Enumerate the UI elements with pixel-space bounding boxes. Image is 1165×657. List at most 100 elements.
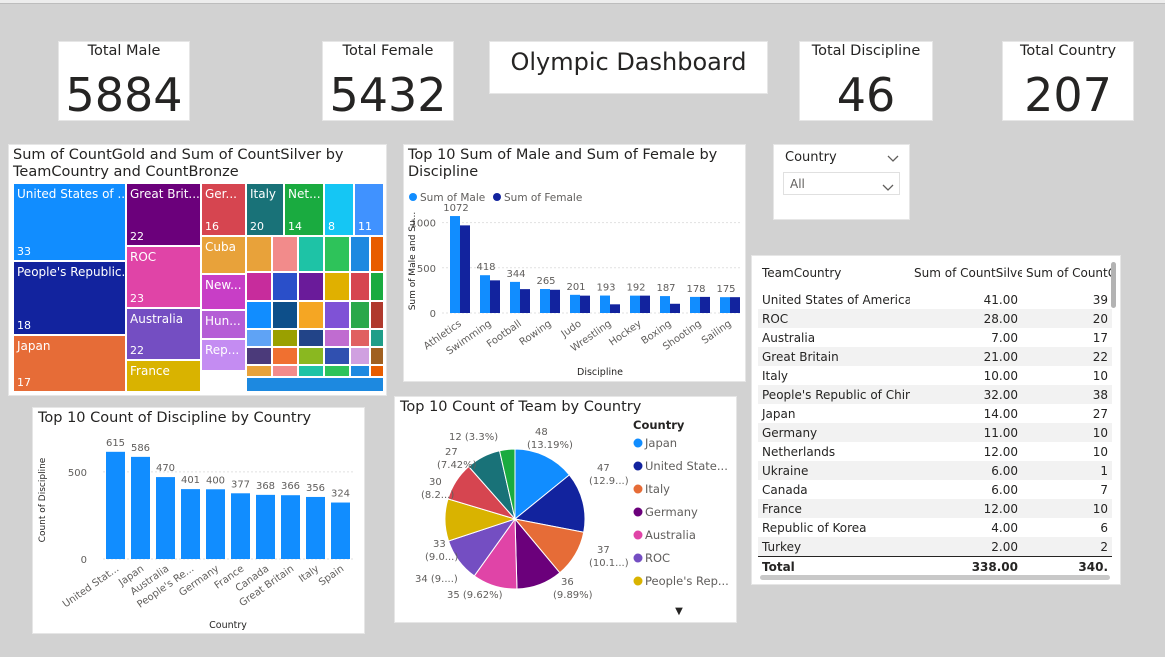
treemap-tile[interactable]: Ger... 16 [201,183,246,236]
bar-male[interactable] [480,275,490,313]
treemap-tile[interactable] [350,347,370,365]
treemap-tile[interactable] [246,301,272,329]
discipline-chart-svg[interactable]: 500 0 Count of Discipline 615 United Stat...… [33,428,364,633]
treemap-tile[interactable] [246,365,272,377]
table-row[interactable]: Canada 6.00 7 [758,480,1112,499]
bar-female[interactable] [550,289,560,313]
treemap-tile[interactable] [324,329,350,347]
treemap-tile[interactable] [272,347,298,365]
bar-female[interactable] [610,304,620,313]
treemap-tile[interactable]: ROC 23 [126,246,201,308]
legend-more-icon[interactable]: ▼ [675,606,683,617]
bar[interactable] [206,489,225,559]
treemap-tile[interactable] [272,272,298,301]
vertical-scrollbar[interactable] [1111,262,1116,308]
table-row[interactable]: Netherlands 12.00 10 [758,442,1112,461]
treemap-tile[interactable] [272,236,298,272]
table-row[interactable]: Ukraine 6.00 1 [758,461,1112,480]
bar-male[interactable] [690,296,700,313]
treemap-tile[interactable] [324,365,350,377]
column-header[interactable]: TeamCountry [758,256,910,290]
treemap-tile[interactable]: New... [201,274,246,310]
bar-male[interactable] [630,295,640,313]
bar-female[interactable] [640,295,650,313]
bar-male[interactable] [570,294,580,313]
bar-female[interactable] [460,225,470,313]
treemap-tile[interactable]: Cuba [201,236,246,274]
bar-male[interactable] [720,297,730,313]
table-row[interactable]: Italy 10.00 10 [758,366,1112,385]
treemap-tile[interactable] [370,301,384,329]
bar-male[interactable] [540,289,550,313]
treemap-tile[interactable]: Italy 20 [246,183,284,236]
treemap-tile[interactable]: Net... 14 [284,183,324,236]
treemap-tile[interactable]: 11 [354,183,384,236]
treemap-tile[interactable] [370,329,384,347]
legend-label[interactable]: United State... [645,459,728,473]
treemap-tile[interactable] [324,272,350,301]
horizontal-scrollbar[interactable] [760,575,1110,580]
table-row[interactable]: Great Britain 21.00 22 [758,347,1112,366]
bar-female[interactable] [730,297,740,313]
bar[interactable] [181,489,200,559]
bar[interactable] [281,495,300,559]
treemap-tile[interactable] [298,272,324,301]
treemap-tile[interactable] [298,301,324,329]
treemap-area[interactable]: United States of ... 33 People's Republic.… [13,183,384,392]
treemap-tile[interactable] [298,347,324,365]
column-header[interactable]: Sum of CountGo [1022,256,1112,290]
treemap-tile[interactable] [324,347,350,365]
treemap-tile[interactable] [298,329,324,347]
table-row[interactable]: France 12.00 10 [758,499,1112,518]
bar-female[interactable] [580,295,590,313]
legend-label[interactable]: People's Rep... [645,574,729,588]
treemap-tile[interactable] [246,329,272,347]
treemap-tile[interactable] [350,272,370,301]
bar-female[interactable] [490,280,500,313]
column-header[interactable]: Sum of CountSilver [910,256,1022,290]
treemap-tile[interactable]: Japan 17 [13,335,126,392]
bar[interactable] [306,496,325,559]
legend-label[interactable]: ROC [645,551,670,565]
treemap-tile[interactable] [298,365,324,377]
treemap-tile[interactable] [350,301,370,329]
treemap-tile[interactable] [370,347,384,365]
table-row[interactable]: ROC 28.00 20 [758,309,1112,328]
table-row[interactable]: Australia 7.00 17 [758,328,1112,347]
pie-chart-svg[interactable]: 48 (13.19%) 47 (12.9...) 37 (10.1...) 36 (9.89%… [395,419,736,624]
bar[interactable] [331,502,350,559]
bar[interactable] [256,494,275,559]
treemap-tile[interactable] [246,377,384,392]
table-row[interactable]: Turkey 2.00 2 [758,537,1112,557]
table-row[interactable]: United States of America 41.00 39 [758,290,1112,309]
bar-male[interactable] [600,295,610,313]
legend-label[interactable]: Australia [645,528,696,542]
treemap-tile[interactable]: United States of ... 33 [13,183,126,261]
bar-male[interactable] [450,216,460,313]
bar[interactable] [106,451,125,559]
table-row[interactable]: People's Republic of China 32.00 38 [758,385,1112,404]
bar[interactable] [231,493,250,559]
treemap-tile[interactable] [350,236,370,272]
table-row[interactable]: Japan 14.00 27 [758,404,1112,423]
treemap-tile[interactable]: Great Brit... 22 [126,183,201,246]
treemap-tile[interactable] [350,365,370,377]
bar-male[interactable] [510,281,520,313]
slicer-collapse-icon[interactable] [887,149,899,168]
treemap-tile[interactable]: Australia 22 [126,308,201,360]
treemap-tile[interactable] [324,301,350,329]
treemap-tile[interactable] [246,347,272,365]
treemap-tile[interactable] [272,301,298,329]
treemap-tile[interactable]: Hun... [201,310,246,339]
bar-male[interactable] [660,296,670,313]
legend-label[interactable]: Italy [645,482,670,496]
bar-female[interactable] [520,289,530,313]
table-row[interactable]: Germany 11.00 10 [758,423,1112,442]
treemap-tile[interactable] [370,365,384,377]
legend-label[interactable]: Japan [644,436,677,450]
bar[interactable] [156,477,175,559]
legend-label[interactable]: Germany [645,505,698,519]
gender-chart-svg[interactable]: Sum of Male Sum of Female10005000Sum of M… [404,181,745,381]
treemap-tile[interactable] [272,365,298,377]
treemap-tile[interactable] [246,272,272,301]
